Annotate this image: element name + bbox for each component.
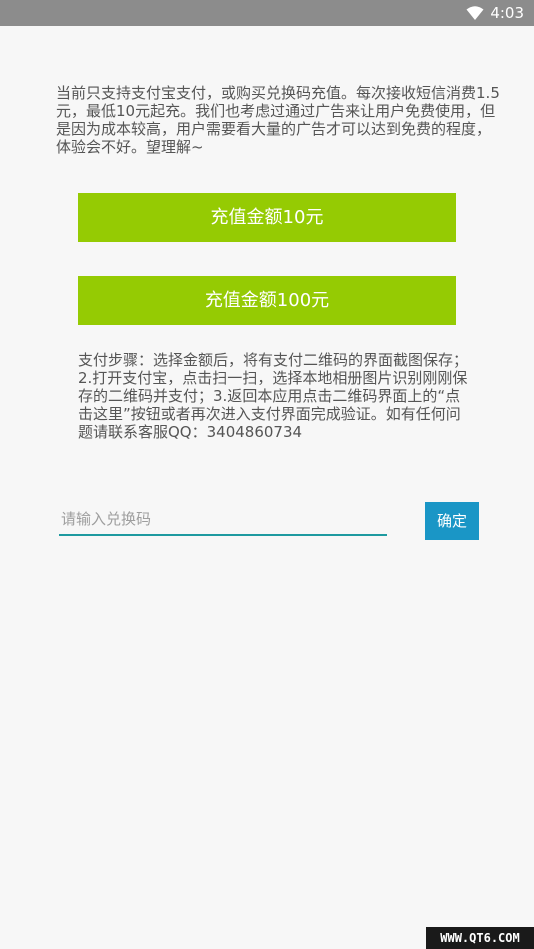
wifi-icon: [466, 6, 484, 20]
payment-steps-text: 支付步骤：选择金额后，将有支付二维码的界面截图保存；2.打开支付宝，点击扫一扫，…: [78, 351, 469, 441]
status-time: 4:03: [490, 4, 524, 22]
recharge-10-button[interactable]: 充值金额10元: [78, 193, 456, 242]
redeem-code-input[interactable]: [59, 504, 387, 536]
status-bar: 4:03: [0, 0, 534, 26]
watermark: WWW.QT6.COM: [426, 927, 534, 949]
confirm-button[interactable]: 确定: [425, 502, 479, 540]
notice-text: 当前只支持支付宝支付，或购买兑换码充值。每次接收短信消费1.5元，最低10元起充…: [56, 84, 500, 156]
recharge-100-button[interactable]: 充值金额100元: [78, 276, 456, 325]
